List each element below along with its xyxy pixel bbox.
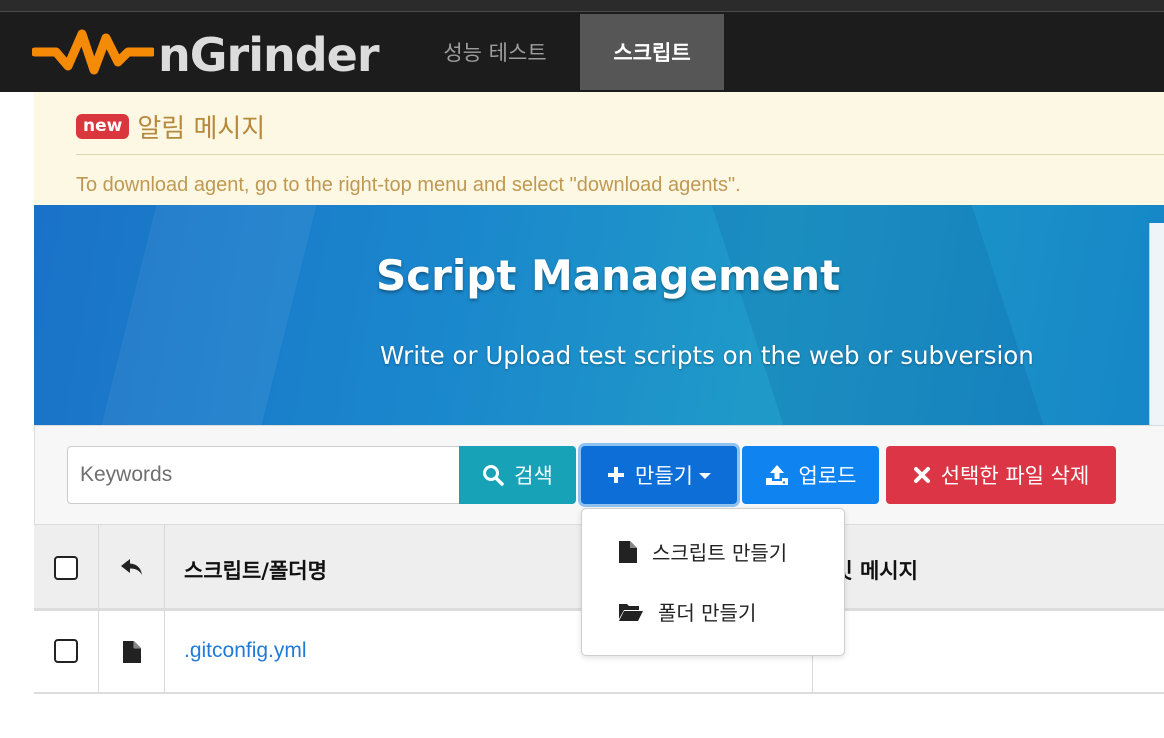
banner-subtitle: Write or Upload test scripts on the web … [380,341,1034,370]
tab-performance-test[interactable]: 성능 테스트 [420,14,570,90]
create-button-label: 만들기 [635,464,693,488]
column-divider [98,611,99,692]
banner-edge [1149,223,1164,425]
ngrinder-logo[interactable]: nGrinder [32,22,380,82]
upload-button[interactable]: 업로드 [742,446,879,504]
delete-button-label: 선택한 파일 삭제 [940,464,1090,488]
delete-selected-button[interactable]: 선택한 파일 삭제 [886,446,1116,504]
navbar: nGrinder 성능 테스트 스크립트 [0,12,1164,92]
menu-item-label: 스크립트 만들기 [652,541,788,565]
tab-script[interactable]: 스크립트 [580,14,724,90]
close-icon [913,466,931,484]
search-button[interactable]: 검색 [459,446,576,504]
plus-icon [607,466,625,484]
upload-icon [765,464,789,486]
file-icon [618,540,638,564]
banner-decoration [86,205,322,425]
brand-name: nGrinder [158,28,380,82]
menu-item-create-script[interactable]: 스크립트 만들기 [618,537,787,566]
reply-arrow-icon[interactable] [120,557,144,581]
new-badge: new [76,114,130,139]
file-icon [122,640,142,668]
banner-title: Script Management [376,251,841,300]
search-input[interactable] [67,446,459,504]
menu-item-label: 폴더 만들기 [658,601,757,625]
caret-down-icon [698,473,711,479]
search-icon [482,464,504,486]
column-divider [98,525,99,608]
banner-decoration [705,205,1063,425]
script-management-banner: Script Management Write or Upload test s… [34,205,1164,425]
notice-alert: new 알림 메시지 To download agent, go to the … [34,92,1164,205]
create-dropdown-button[interactable]: 만들기 [581,446,737,504]
column-divider [164,525,165,608]
menu-item-create-folder[interactable]: 폴더 만들기 [618,597,756,626]
alert-heading: new 알림 메시지 [76,108,265,145]
upload-button-label: 업로드 [798,464,857,488]
alert-title: 알림 메시지 [137,114,266,144]
search-button-label: 검색 [514,464,553,488]
file-name-link[interactable]: .gitconfig.yml [184,639,307,663]
row-checkbox[interactable] [54,639,78,663]
pulse-logo-icon [32,29,154,75]
alert-divider [76,154,1164,155]
column-divider [164,611,165,692]
window-top-edge [0,0,1164,12]
folder-open-icon [618,602,644,622]
alert-message: To download agent, go to the right-top m… [76,174,741,196]
select-all-checkbox[interactable] [54,556,78,580]
header-script-folder-name[interactable]: 스크립트/폴더명 [184,555,327,585]
create-dropdown-menu: 스크립트 만들기 폴더 만들기 [581,508,845,656]
